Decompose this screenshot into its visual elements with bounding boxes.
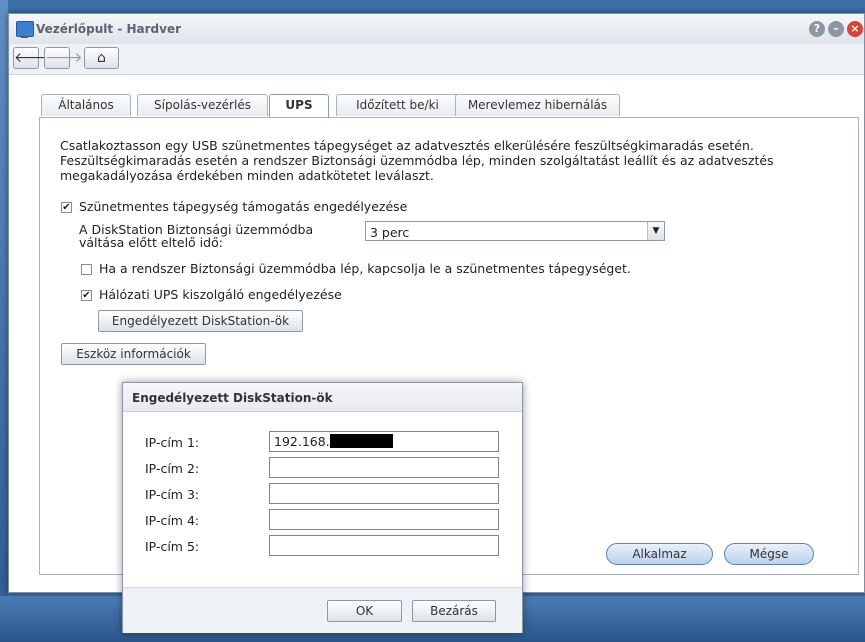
description-line-1: Csatlakoztasson egy USB szünetmentes táp… — [60, 138, 754, 153]
ip-input-3[interactable] — [269, 483, 499, 504]
chevron-down-icon[interactable]: ▼ — [647, 222, 664, 240]
dialog-title: Engedélyezett DiskStation-ök — [132, 391, 333, 405]
tab-ups[interactable]: UPS — [269, 94, 329, 117]
redaction-block — [329, 434, 393, 448]
ip-value-1: 192.168. — [274, 434, 330, 449]
description-line-2: Feszültségkimaradás esetén a rendszer Bi… — [60, 153, 774, 183]
help-icon[interactable]: ? — [809, 21, 825, 37]
device-info-button[interactable]: Eszköz információk — [61, 343, 206, 365]
permitted-diskstations-button[interactable]: Engedélyezett DiskStation-ök — [98, 310, 303, 332]
shutdown-ups-label: Ha a rendszer Biztonsági üzemmódba lép, … — [99, 261, 631, 276]
window-titlebar[interactable]: Vezérlőpult - Hardver ? – × — [9, 14, 864, 45]
ip-label-1: IP-cím 1: — [145, 435, 200, 450]
close-button[interactable]: Bezárás — [412, 600, 496, 622]
ip-input-5[interactable] — [269, 535, 499, 556]
apply-button[interactable]: Alkalmaz — [606, 543, 713, 565]
safe-mode-time-value: 3 perc — [370, 225, 410, 240]
permitted-diskstations-dialog: Engedélyezett DiskStation-ök IP-cím 1: 1… — [122, 382, 523, 633]
ip-input-1[interactable]: 192.168. — [269, 431, 499, 452]
tab-beep-control[interactable]: Sípolás-vezérlés — [137, 94, 268, 116]
tab-general[interactable]: Általános — [41, 94, 131, 116]
tab-scheduled-power[interactable]: Időzített be/ki — [336, 94, 459, 116]
safe-mode-time-select[interactable]: 3 perc ▼ — [365, 221, 665, 241]
cancel-button[interactable]: Mégse — [724, 543, 814, 565]
window-title: Vezérlőpult - Hardver — [36, 22, 182, 36]
close-icon[interactable]: × — [847, 21, 863, 37]
control-panel-icon — [16, 21, 34, 38]
ip-label-5: IP-cím 5: — [145, 539, 200, 554]
ip-label-3: IP-cím 3: — [145, 487, 200, 502]
enable-ups-checkbox[interactable]: ✔ — [61, 202, 72, 213]
forward-button[interactable]: 🡒 — [44, 47, 83, 69]
ip-input-4[interactable] — [269, 509, 499, 530]
ip-input-2[interactable] — [269, 457, 499, 478]
ups-description: Csatlakoztasson egy USB szünetmentes táp… — [60, 138, 840, 183]
enable-ups-label: Szünetmentes tápegység támogatás engedél… — [79, 199, 408, 214]
home-icon: ⌂ — [97, 50, 106, 66]
dialog-footer: OK Bezárás — [123, 587, 522, 633]
desktop-background — [0, 0, 8, 642]
back-button[interactable]: 🡐 — [13, 47, 52, 69]
toolbar: 🡐 🡒 ⌂ — [9, 44, 864, 75]
network-ups-checkbox[interactable]: ✔ — [81, 290, 92, 301]
safe-mode-time-label-2: váltása előtt eltelő idő: — [79, 235, 223, 250]
minimize-icon[interactable]: – — [828, 21, 844, 37]
home-button[interactable]: ⌂ — [84, 47, 119, 69]
shutdown-ups-checkbox[interactable] — [81, 264, 92, 275]
ip-label-2: IP-cím 2: — [145, 461, 200, 476]
network-ups-label: Hálózati UPS kiszolgáló engedélyezése — [99, 287, 342, 302]
tab-hdd-hibernation[interactable]: Merevlemez hibernálás — [455, 94, 620, 116]
ip-label-4: IP-cím 4: — [145, 513, 200, 528]
dialog-titlebar[interactable]: Engedélyezett DiskStation-ök — [123, 383, 522, 412]
arrow-right-icon: 🡒 — [45, 50, 83, 66]
ok-button[interactable]: OK — [327, 600, 402, 622]
